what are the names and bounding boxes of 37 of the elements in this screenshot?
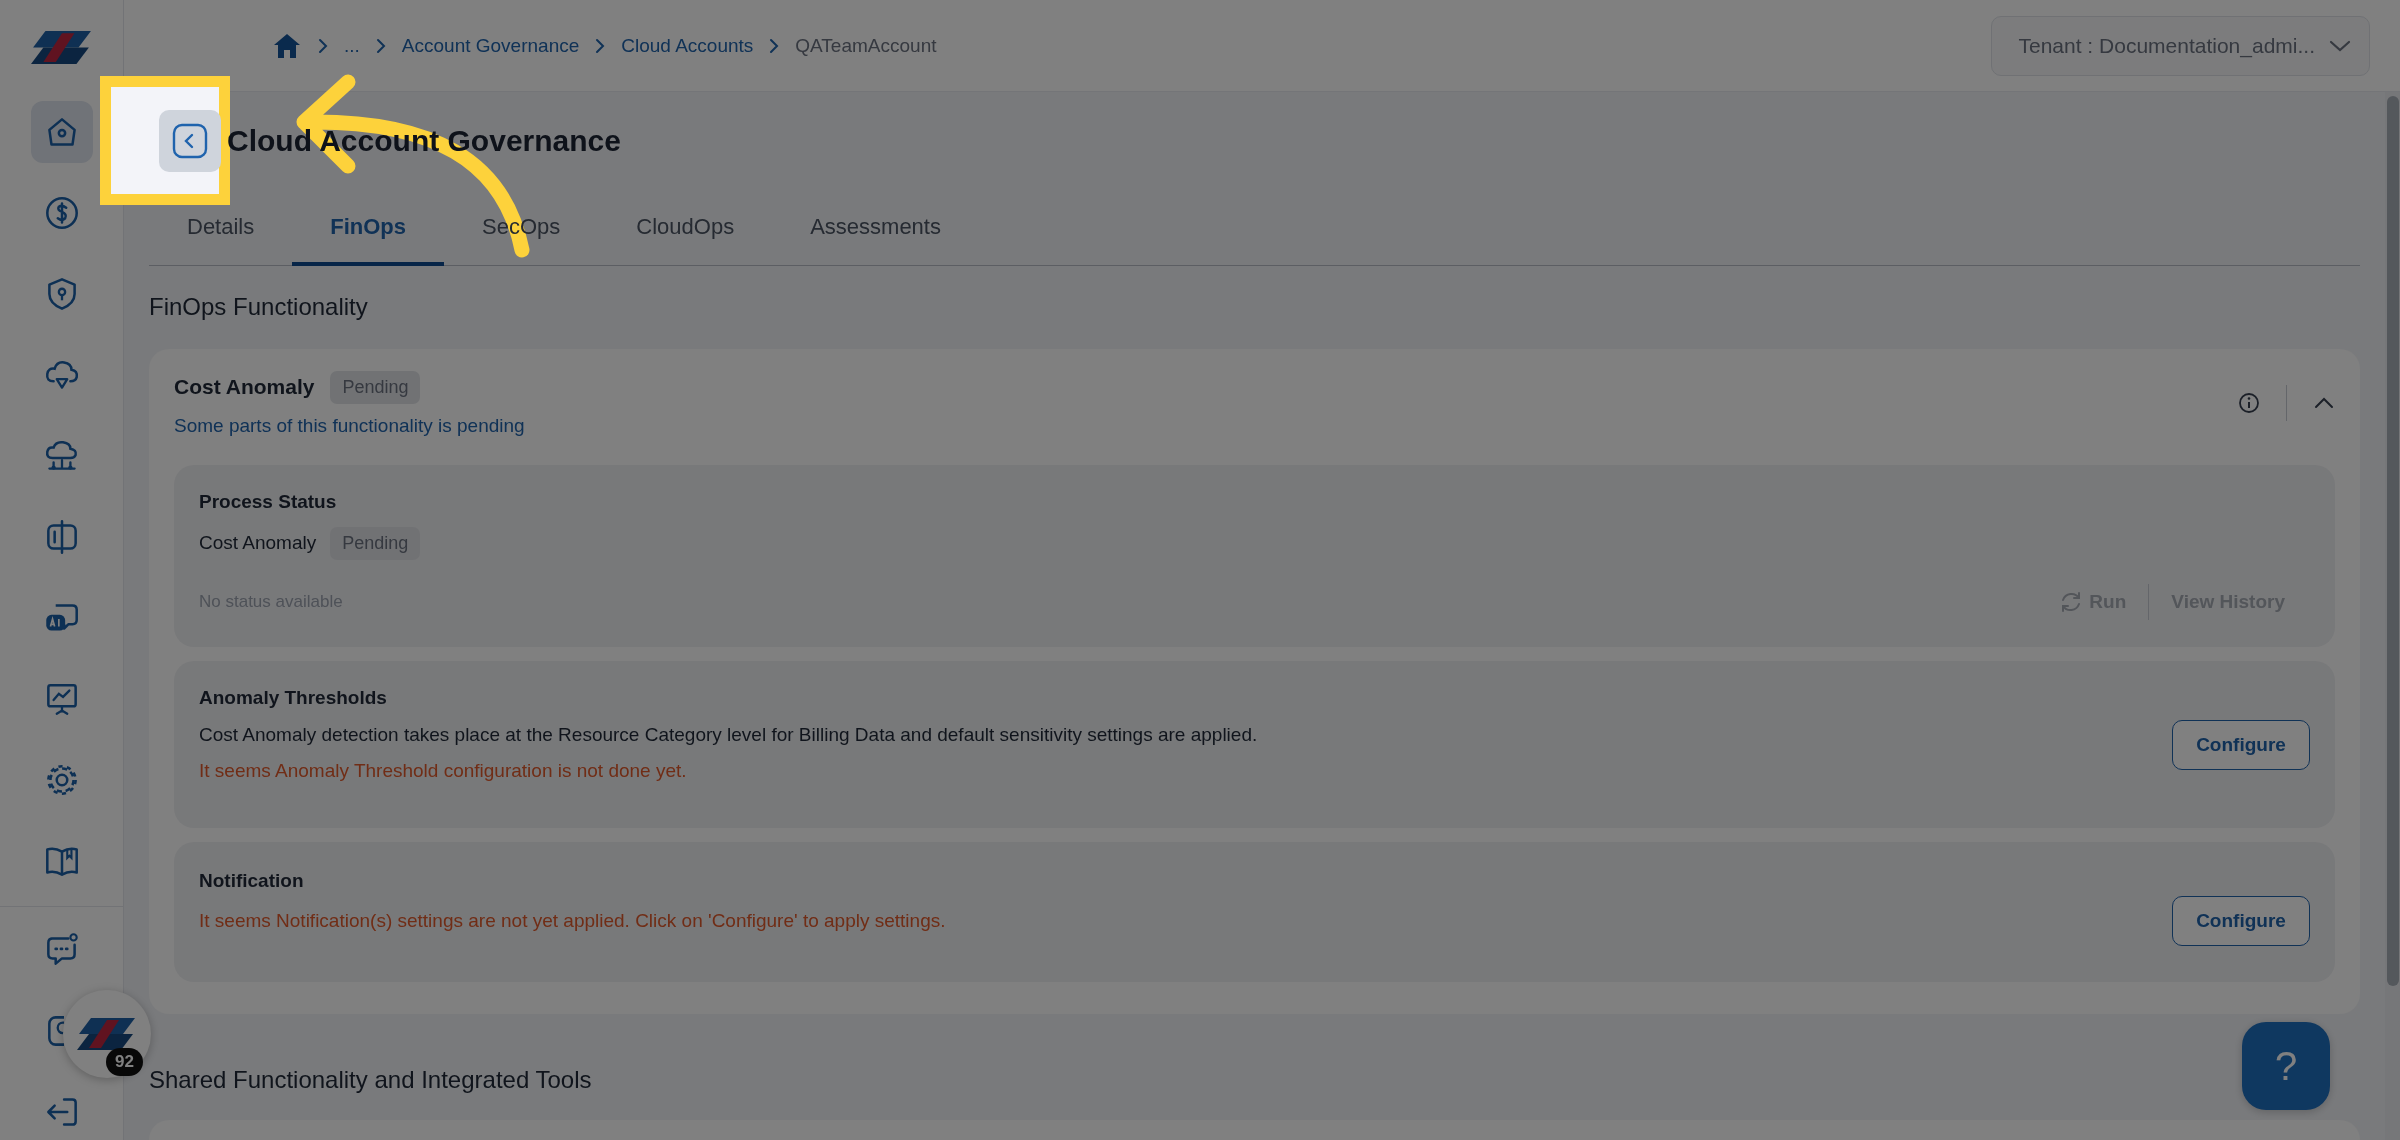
description-text: Cost Anomaly detection takes place at the Resource Category level for Billing Data and default sensitivity settings are applied. <box>199 723 1258 746</box>
notification-count: 92 <box>106 1048 143 1076</box>
breadcrumb-item[interactable]: Account Governance <box>401 34 580 57</box>
help-button[interactable]: ? <box>2242 1022 2330 1110</box>
panel-title: Process Status <box>199 490 338 513</box>
status-badge: Pending <box>330 370 421 404</box>
home-icon[interactable] <box>272 31 302 60</box>
back-button[interactable] <box>159 110 221 172</box>
tab[interactable]: Details <box>149 194 293 266</box>
warning-text: It seems Anomaly Threshold configuration is not done yet. <box>199 759 688 782</box>
breadcrumb-item: QATeamAccount <box>795 34 937 57</box>
chevron-up-icon <box>2313 395 2335 410</box>
logo-icon <box>77 1016 137 1052</box>
breadcrumb-item[interactable]: Cloud Accounts <box>621 34 754 57</box>
tenant-dropdown[interactable]: Tenant : Documentation_admi... <box>1991 15 2370 76</box>
status-badge: Pending <box>330 526 421 560</box>
panel-title: Notification <box>199 869 305 892</box>
configure-button[interactable]: Configure <box>2172 720 2310 770</box>
sidebar-item[interactable] <box>30 101 93 164</box>
warning-text: It seems Notification(s) settings are not yet applied. Click on 'Configure' to apply settings. <box>199 909 946 932</box>
tab[interactable]: CloudOps <box>598 194 773 266</box>
configure-button[interactable]: Configure <box>2172 895 2310 946</box>
back-icon <box>172 123 208 159</box>
collapse-button[interactable] <box>2313 395 2335 410</box>
breadcrumb-item[interactable]: ... <box>344 34 360 57</box>
pending-note: Some parts of this functionality is pending <box>174 414 526 437</box>
tab[interactable]: Assessments <box>772 194 979 266</box>
chevron-down-icon <box>2329 38 2351 53</box>
section-title: FinOps Functionality <box>149 292 369 321</box>
card-title: Cost Anomaly <box>174 375 315 399</box>
chevron-icon <box>316 36 330 55</box>
process-name: Cost Anomaly <box>199 532 317 554</box>
info-icon[interactable] <box>2238 391 2260 414</box>
logo-icon <box>30 29 93 67</box>
tab[interactable]: FinOps <box>292 194 445 266</box>
panel-title: Anomaly Thresholds <box>199 686 388 709</box>
section-title: Shared Functionality and Integrated Tools <box>149 1065 592 1094</box>
